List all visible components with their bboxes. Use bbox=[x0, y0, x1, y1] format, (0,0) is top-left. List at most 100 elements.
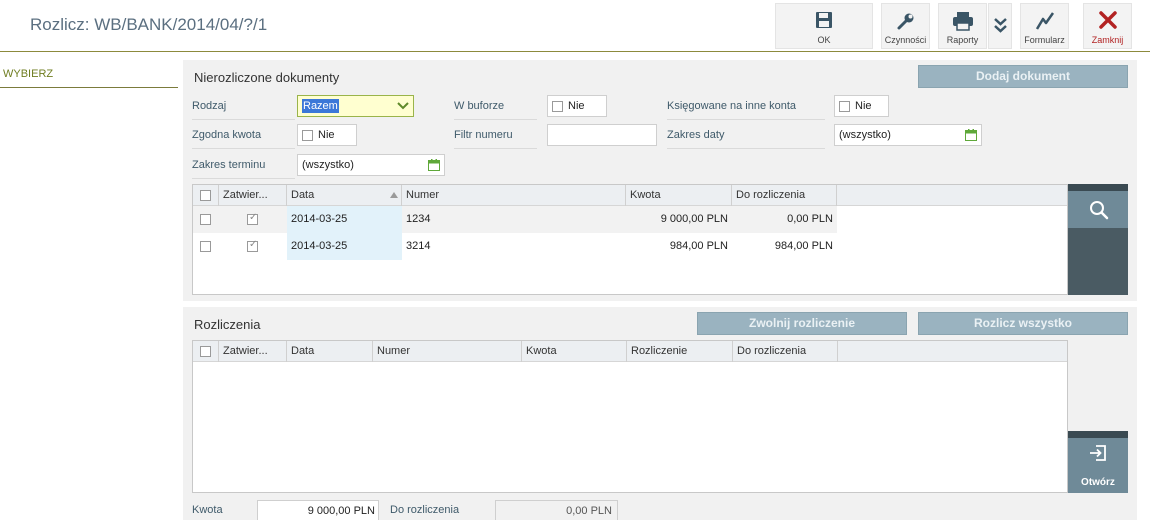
select-all-header[interactable] bbox=[193, 185, 219, 206]
save-icon bbox=[816, 12, 832, 28]
wrench-icon bbox=[897, 13, 913, 30]
ok-label: OK bbox=[817, 35, 831, 45]
open-button[interactable]: Otwórz bbox=[1068, 431, 1128, 493]
window-title: Rozlicz: WB/BANK/2014/04/?/1 bbox=[30, 15, 268, 34]
filtr-numeru-label: Filtr numeru bbox=[454, 127, 537, 149]
ksiegowane-checkbox-field[interactable]: Nie bbox=[834, 95, 889, 117]
zakres-daty-value: (wszystko) bbox=[839, 129, 891, 141]
double-chevron-down-icon bbox=[994, 18, 1007, 33]
col-data[interactable]: Data bbox=[287, 341, 373, 362]
more-options-button[interactable] bbox=[988, 3, 1012, 49]
side-panel-stripe bbox=[1068, 431, 1128, 438]
rodzaj-label: Rodzaj bbox=[192, 98, 295, 120]
nav-item-wybierz[interactable]: WYBIERZ bbox=[0, 60, 178, 88]
open-button-face: Otwórz bbox=[1068, 438, 1128, 493]
zgodna-kwota-checkbox-field[interactable]: Nie bbox=[297, 124, 357, 146]
row-kwota: 9 000,00 PLN bbox=[660, 213, 728, 225]
open-label: Otwórz bbox=[1081, 477, 1115, 488]
unsettled-side-panel bbox=[1068, 184, 1128, 295]
filtr-numeru-input[interactable] bbox=[547, 124, 657, 146]
col-numer[interactable]: Numer bbox=[373, 341, 522, 362]
zgodna-kwota-checkbox[interactable] bbox=[302, 130, 313, 141]
col-kwota[interactable]: Kwota bbox=[626, 185, 732, 206]
raporty-button[interactable]: Raporty bbox=[938, 3, 987, 49]
col-data-label: Data bbox=[291, 189, 315, 201]
zakres-daty-label: Zakres daty bbox=[667, 127, 825, 149]
calendar-icon[interactable] bbox=[428, 159, 440, 171]
do-rozliczenia-label: Do rozliczenia bbox=[390, 504, 460, 516]
w-buforze-value: Nie bbox=[568, 100, 585, 112]
sort-asc-icon bbox=[390, 192, 398, 198]
calendar-icon[interactable] bbox=[965, 129, 977, 141]
table-row[interactable]: 2014-03-25 3214 984,00 PLN 984,00 PLN bbox=[193, 233, 837, 260]
close-button[interactable]: Zamknij bbox=[1083, 3, 1132, 49]
row-confirmed-checkbox bbox=[247, 239, 258, 252]
settlements-title: Rozliczenia bbox=[194, 317, 261, 332]
w-buforze-checkbox-field[interactable]: Nie bbox=[547, 95, 607, 117]
kwota-label: Kwota bbox=[192, 504, 223, 516]
grid-header: Zatwier... Data Numer Kwota Do rozliczen… bbox=[193, 185, 1067, 206]
row-numer: 3214 bbox=[406, 240, 431, 252]
czynnosci-label: Czynności bbox=[884, 35, 927, 45]
kwota-field: 9 000,00 PLN bbox=[257, 500, 379, 520]
select-all-checkbox[interactable] bbox=[200, 346, 211, 357]
do-rozliczenia-field: 0,00 PLN bbox=[495, 500, 618, 520]
settle-window: Rozlicz: WB/BANK/2014/04/?/1 OK Czynnośc… bbox=[0, 0, 1150, 520]
select-all-checkbox[interactable] bbox=[200, 190, 211, 201]
select-all-header[interactable] bbox=[193, 341, 219, 362]
col-numer[interactable]: Numer bbox=[402, 185, 626, 206]
row-data: 2014-03-25 bbox=[287, 206, 402, 233]
settlements-panel: Rozliczenia Zwolnij rozliczenie Rozlicz … bbox=[183, 307, 1137, 520]
col-do-rozliczenia[interactable]: Do rozliczenia bbox=[732, 185, 837, 206]
nav-item-label: WYBIERZ bbox=[3, 68, 54, 80]
ksiegowane-value: Nie bbox=[855, 100, 872, 112]
table-row[interactable]: 2014-03-25 1234 9 000,00 PLN 0,00 PLN bbox=[193, 206, 837, 233]
close-icon bbox=[1098, 11, 1117, 29]
zakres-terminu-label: Zakres terminu bbox=[192, 157, 295, 179]
grid-header: Zatwier... Data Numer Kwota Rozliczenie … bbox=[193, 341, 1067, 362]
rodzaj-value: Razem bbox=[302, 99, 339, 113]
unsettled-panel: Nierozliczone dokumenty Dodaj dokument R… bbox=[183, 60, 1137, 301]
ok-button[interactable]: OK bbox=[775, 3, 873, 49]
col-zatwier[interactable]: Zatwier... bbox=[219, 185, 287, 206]
col-zatwier[interactable]: Zatwier... bbox=[219, 341, 287, 362]
row-data: 2014-03-25 bbox=[287, 233, 402, 260]
zakres-daty-field[interactable]: (wszystko) bbox=[834, 124, 982, 146]
rodzaj-select[interactable]: Razem bbox=[297, 95, 414, 117]
row-confirmed-checkbox bbox=[247, 212, 258, 225]
formularz-button[interactable]: Formularz bbox=[1020, 3, 1069, 49]
ksiegowane-checkbox[interactable] bbox=[839, 101, 850, 112]
row-numer: 1234 bbox=[406, 213, 431, 225]
row-do-rozliczenia: 984,00 PLN bbox=[774, 240, 833, 252]
row-do-rozliczenia: 0,00 PLN bbox=[787, 213, 833, 225]
search-button[interactable] bbox=[1068, 191, 1128, 228]
search-icon bbox=[1090, 201, 1109, 220]
zakres-terminu-field[interactable]: (wszystko) bbox=[297, 154, 445, 176]
add-document-button[interactable]: Dodaj dokument bbox=[918, 65, 1128, 88]
header-divider bbox=[0, 51, 1150, 52]
unsettled-title: Nierozliczone dokumenty bbox=[194, 70, 340, 85]
sign-in-icon bbox=[1090, 445, 1106, 461]
col-data[interactable]: Data bbox=[287, 185, 402, 206]
czynnosci-button[interactable]: Czynności bbox=[881, 3, 930, 49]
header-bar: Rozlicz: WB/BANK/2014/04/?/1 OK Czynnośc… bbox=[0, 0, 1150, 51]
w-buforze-checkbox[interactable] bbox=[552, 101, 563, 112]
chart-line-icon bbox=[1035, 12, 1054, 30]
formularz-label: Formularz bbox=[1024, 35, 1065, 45]
row-select-checkbox[interactable] bbox=[200, 214, 211, 225]
chevron-down-icon bbox=[397, 102, 409, 110]
side-panel-stripe bbox=[1068, 184, 1128, 191]
unsettled-grid: Zatwier... Data Numer Kwota Do rozliczen… bbox=[192, 184, 1068, 295]
release-settlement-button[interactable]: Zwolnij rozliczenie bbox=[697, 312, 907, 335]
printer-icon bbox=[952, 12, 973, 31]
col-do-rozliczenia[interactable]: Do rozliczenia bbox=[733, 341, 838, 362]
col-kwota[interactable]: Kwota bbox=[522, 341, 627, 362]
row-kwota: 984,00 PLN bbox=[669, 240, 728, 252]
w-buforze-label: W buforze bbox=[454, 98, 537, 120]
zamknij-label: Zamknij bbox=[1091, 35, 1124, 45]
settle-all-button[interactable]: Rozlicz wszystko bbox=[918, 312, 1128, 335]
col-rozliczenie[interactable]: Rozliczenie bbox=[627, 341, 733, 362]
row-select-checkbox[interactable] bbox=[200, 241, 211, 252]
zakres-terminu-value: (wszystko) bbox=[302, 159, 354, 171]
settlements-grid: Zatwier... Data Numer Kwota Rozliczenie … bbox=[192, 340, 1068, 493]
